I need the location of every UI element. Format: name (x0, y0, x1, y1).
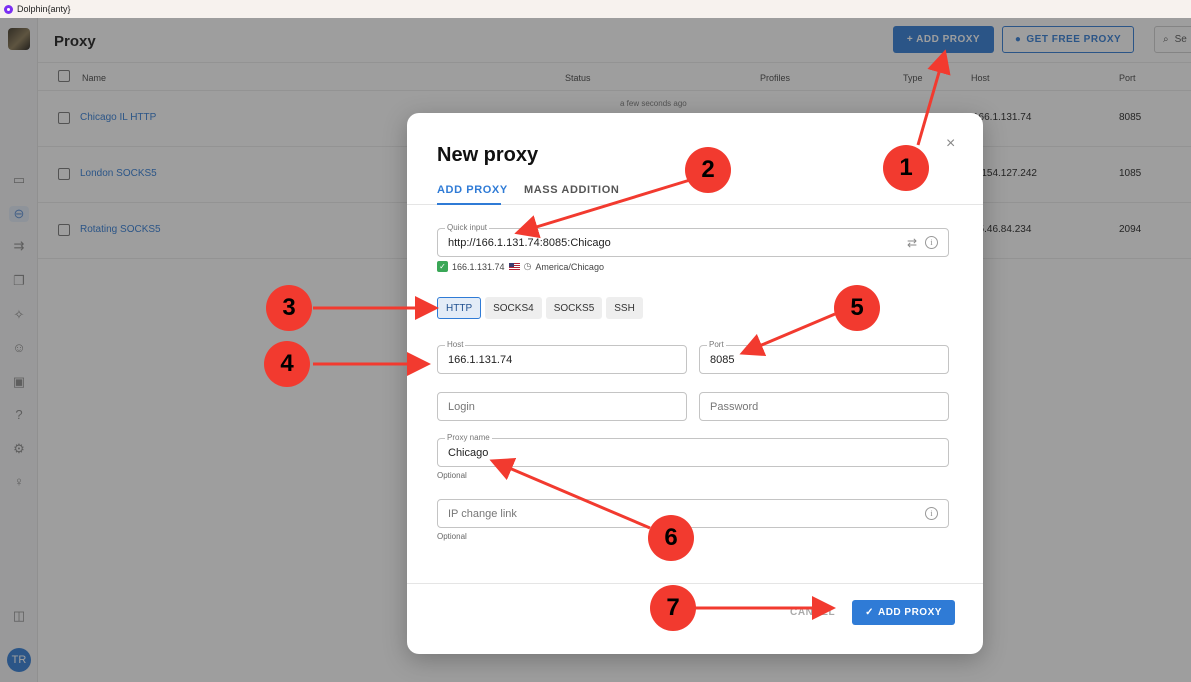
protocol-selector: HTTP SOCKS4 SOCKS5 SSH (437, 297, 643, 319)
port-label: Port (707, 340, 726, 349)
password-field[interactable]: Password (699, 392, 949, 421)
dialog-title: New proxy (437, 144, 539, 166)
proxy-check-result: ✓ 166.1.131.74 ◷ America/Chicago (437, 261, 604, 272)
ip-change-link-placeholder: IP change link (448, 508, 517, 520)
cancel-button[interactable]: CANCEL (790, 607, 835, 618)
swap-icon[interactable]: ⇄ (907, 236, 917, 250)
footer-divider (407, 583, 983, 584)
info-icon[interactable]: i (925, 236, 938, 249)
clock-icon: ◷ (523, 261, 532, 271)
quick-input-value: http://166.1.131.74:8085:Chicago (448, 237, 611, 249)
protocol-http[interactable]: HTTP (437, 297, 482, 319)
annotation-badge: 5 (834, 285, 880, 331)
proxy-name-helper: Optional (437, 471, 467, 480)
checked-ip: 166.1.131.74 (452, 261, 505, 272)
protocol-ssh[interactable]: SSH (606, 297, 643, 319)
annotation-badge: 4 (264, 341, 310, 387)
window-title: Dolphin{anty} (17, 4, 71, 14)
info-icon[interactable]: i (925, 507, 938, 520)
quick-input-label: Quick input (445, 223, 490, 232)
proxy-name-value: Chicago (448, 447, 489, 459)
host-label: Host (445, 340, 466, 349)
annotation-badge: 3 (266, 285, 312, 331)
app-logo-icon (4, 4, 13, 14)
host-field[interactable]: Host 166.1.131.74 (437, 340, 687, 374)
password-placeholder: Password (710, 401, 759, 413)
protocol-socks5[interactable]: SOCKS5 (545, 297, 603, 319)
login-field[interactable]: Login (437, 392, 687, 421)
protocol-socks4[interactable]: SOCKS4 (485, 297, 542, 319)
active-tab-indicator (437, 203, 501, 205)
host-value: 166.1.131.74 (448, 354, 513, 366)
tab-mass-addition[interactable]: MASS ADDITION (524, 184, 619, 196)
check-icon: ✓ (865, 607, 874, 618)
proxy-name-field[interactable]: Proxy name Chicago (437, 433, 949, 467)
annotation-badge: 7 (650, 585, 696, 631)
port-field[interactable]: Port 8085 (699, 340, 949, 374)
submit-add-proxy-button[interactable]: ✓ ADD PROXY (852, 600, 955, 625)
tab-add-proxy[interactable]: ADD PROXY (437, 184, 508, 196)
submit-add-proxy-label: ADD PROXY (877, 607, 942, 618)
new-proxy-dialog: New proxy × ADD PROXY MASS ADDITION Quic… (407, 113, 983, 654)
annotation-badge: 1 (883, 145, 929, 191)
port-value: 8085 (710, 354, 735, 366)
login-placeholder: Login (448, 401, 475, 413)
annotation-badge: 2 (685, 147, 731, 193)
proxy-name-label: Proxy name (445, 433, 492, 442)
ip-change-link-field[interactable]: IP change link i (437, 499, 949, 528)
close-icon[interactable]: × (946, 135, 955, 153)
check-icon: ✓ (437, 261, 448, 272)
quick-input-field[interactable]: Quick input http://166.1.131.74:8085:Chi… (437, 223, 949, 257)
annotation-badge: 6 (648, 515, 694, 561)
window-titlebar: Dolphin{anty} (0, 0, 1191, 18)
ip-change-link-helper: Optional (437, 532, 467, 541)
checked-timezone: America/Chicago (535, 261, 604, 272)
us-flag-icon (508, 263, 520, 270)
